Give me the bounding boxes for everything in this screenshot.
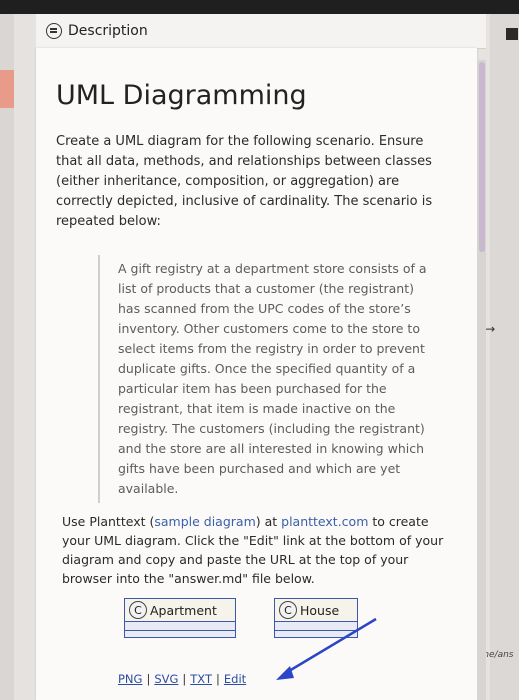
- arrow-line: [283, 617, 377, 676]
- txt-link[interactable]: TXT: [190, 672, 212, 686]
- annotation-arrow: [276, 617, 377, 680]
- arrow-head: [276, 666, 294, 680]
- link-separator: |: [146, 672, 151, 686]
- edit-link[interactable]: Edit: [224, 672, 246, 686]
- diagram-links: PNG | SVG | TXT | Edit: [118, 672, 246, 686]
- png-link[interactable]: PNG: [118, 672, 142, 686]
- svg-link[interactable]: SVG: [154, 672, 178, 686]
- link-separator: |: [216, 672, 220, 686]
- link-separator: |: [182, 672, 187, 686]
